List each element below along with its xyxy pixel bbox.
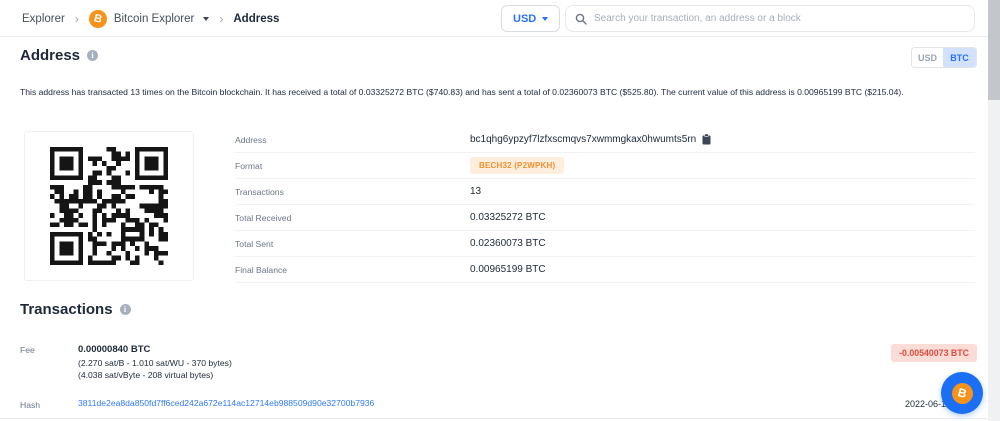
row-label: Transactions: [235, 187, 470, 197]
amount-delta-badge: -0.00540073 BTC: [891, 344, 977, 362]
address-summary-text: This address has transacted 13 times on …: [20, 87, 972, 97]
unit-toggle: USD BTC: [911, 47, 977, 68]
row-label: Total Received: [235, 213, 470, 223]
currency-dropdown-label: USD: [513, 13, 536, 25]
address-details-table: Address bc1qhg6ypzyf7lzfxscmqvs7xwmmgkax…: [235, 127, 975, 283]
table-row-final-balance: Final Balance 0.00965199 BTC: [235, 257, 975, 283]
total-sent-value: 0.02360073 BTC: [470, 238, 546, 249]
address-value: bc1qhg6ypzyf7lzfxscmqvs7xwmmgkax0hwumts5…: [470, 134, 696, 145]
table-row-total-received: Total Received 0.03325272 BTC: [235, 205, 975, 231]
chevron-down-icon: [542, 17, 548, 21]
bitcoin-floating-button[interactable]: [941, 372, 983, 414]
bitcoin-icon: [952, 383, 973, 404]
total-received-value: 0.03325272 BTC: [470, 212, 546, 223]
page-title: Address: [20, 47, 80, 64]
table-row-transactions: Transactions 13: [235, 179, 975, 205]
row-label: Final Balance: [235, 265, 470, 275]
row-label: Format: [235, 161, 470, 171]
section-divider: [0, 418, 988, 419]
fee-weight-detail: (2.270 sat/B - 1.010 sat/WU - 370 bytes): [78, 358, 232, 368]
hash-label: Hash: [20, 400, 40, 410]
final-balance-value: 0.00965199 BTC: [470, 264, 546, 275]
breadcrumb-explorer-link[interactable]: Explorer: [22, 13, 65, 25]
fee-label: Fee: [20, 345, 35, 355]
info-icon: [87, 50, 98, 61]
transaction-hash-link[interactable]: 3811de2ea8da850fd7ff6ced242a672e114ac127…: [78, 398, 374, 408]
chevron-down-icon: [203, 17, 209, 21]
top-nav: Explorer › Bitcoin Explorer › Address US…: [0, 0, 988, 37]
chevron-right-icon: ›: [219, 12, 223, 26]
breadcrumb-coin-dropdown[interactable]: Bitcoin Explorer: [89, 10, 210, 28]
row-label: Address: [235, 135, 470, 145]
breadcrumb: Explorer › Bitcoin Explorer › Address: [22, 0, 279, 37]
address-section-title: Address: [20, 47, 98, 64]
transactions-count: 13: [470, 186, 481, 197]
bitcoin-explorer-address-page: Explorer › Bitcoin Explorer › Address US…: [0, 0, 1000, 421]
fee-virtual-detail: (4.038 sat/vByte - 208 virtual bytes): [78, 370, 232, 380]
table-row-total-sent: Total Sent 0.02360073 BTC: [235, 231, 975, 257]
format-badge: BECH32 (P2WPKH): [470, 157, 564, 174]
currency-dropdown[interactable]: USD: [501, 5, 560, 32]
search-bar: [565, 5, 975, 32]
toggle-usd-button[interactable]: USD: [912, 48, 943, 67]
breadcrumb-coin-label: Bitcoin Explorer: [114, 13, 195, 25]
breadcrumb-current-page: Address: [233, 13, 279, 25]
toggle-btc-button[interactable]: BTC: [943, 48, 976, 67]
info-icon: [120, 304, 131, 315]
copy-icon[interactable]: [702, 134, 711, 145]
search-icon: [575, 13, 587, 25]
transactions-section-title: Transactions: [20, 301, 131, 318]
qr-code: [50, 147, 168, 265]
scrollbar-thumb[interactable]: [988, 0, 1000, 100]
bitcoin-icon: [89, 10, 107, 28]
row-label: Total Sent: [235, 239, 470, 249]
fee-details: 0.00000840 BTC (2.270 sat/B - 1.010 sat/…: [78, 344, 232, 380]
qr-code-box: [24, 131, 194, 281]
search-input[interactable]: [594, 13, 965, 24]
table-row-address: Address bc1qhg6ypzyf7lzfxscmqvs7xwmmgkax…: [235, 127, 975, 153]
fee-btc-value: 0.00000840 BTC: [78, 344, 232, 355]
table-row-format: Format BECH32 (P2WPKH): [235, 153, 975, 179]
transactions-title: Transactions: [20, 301, 113, 318]
chevron-right-icon: ›: [75, 12, 79, 26]
